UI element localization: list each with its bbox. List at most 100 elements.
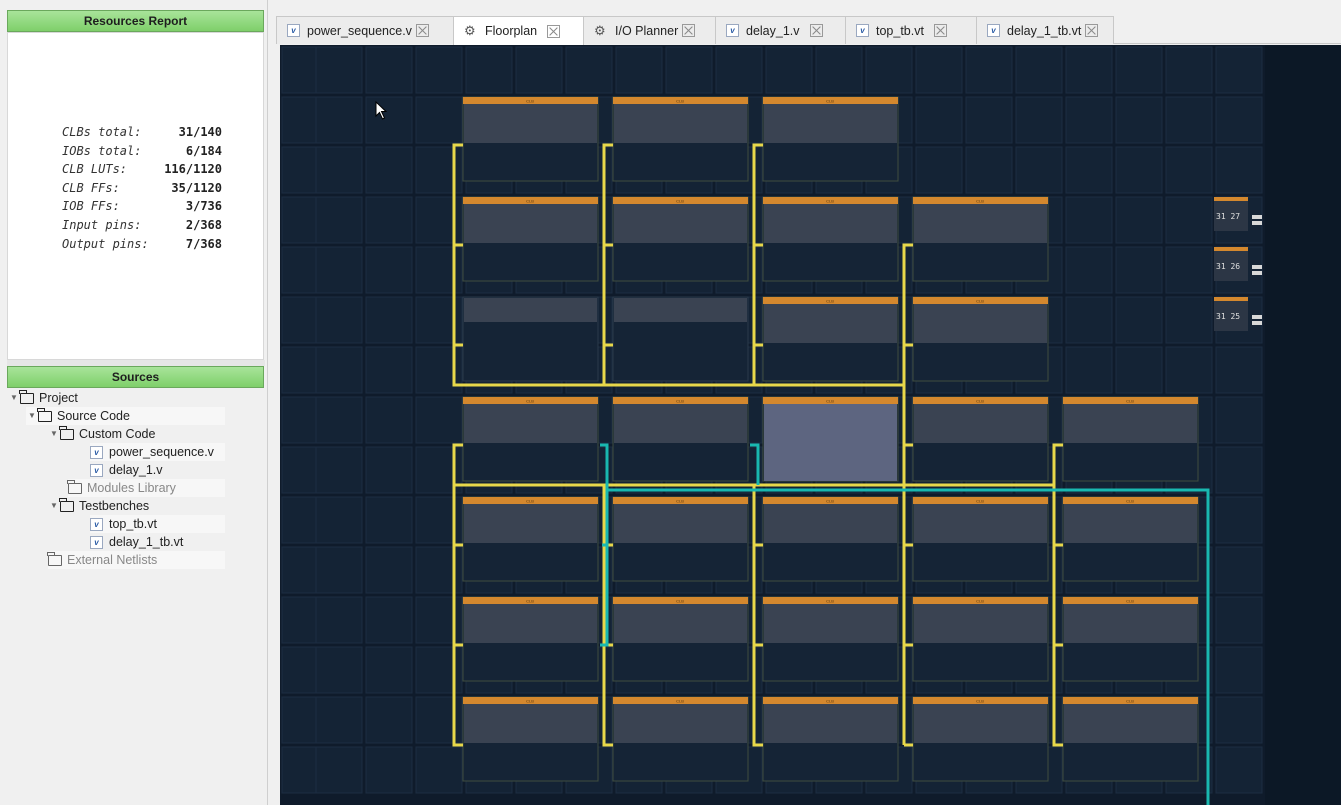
tab-label: delay_1_tb.vt: [1007, 23, 1082, 38]
tab-delay-1-tb[interactable]: v delay_1_tb.vt: [976, 16, 1114, 44]
io-pin: [1252, 321, 1262, 325]
clb-label: CLB: [676, 699, 684, 704]
editor-area: v power_sequence.v ⚙ Floorplan ⚙ I/O Pla…: [271, 10, 1341, 805]
clb-label: CLB: [526, 99, 534, 104]
tab-bar: v power_sequence.v ⚙ Floorplan ⚙ I/O Pla…: [276, 16, 1341, 45]
tree-item-label: Source Code: [57, 409, 130, 423]
tab-io-planner[interactable]: ⚙ I/O Planner: [583, 16, 716, 44]
folder-icon: [37, 407, 52, 422]
clb-label: CLB: [976, 499, 984, 504]
clb-label: CLB: [976, 699, 984, 704]
tree-item-project[interactable]: ▼ Project: [8, 389, 225, 407]
tree-item-external-netlists[interactable]: External Netlists: [47, 551, 225, 569]
expand-arrow-icon[interactable]: ▼: [26, 407, 38, 425]
clb-label: CLB: [526, 399, 534, 404]
tree-item-delay-1[interactable]: v delay_1.v: [90, 461, 225, 479]
io-block-header: [1214, 197, 1248, 201]
clb-label: CLB: [526, 499, 534, 504]
tree-item-label: Modules Library: [87, 481, 176, 495]
stat-row: CLB LUTs: 116/1120: [62, 160, 222, 179]
tree-item-custom-code[interactable]: ▼ Custom Code: [48, 425, 225, 443]
clb-label: CLB: [826, 499, 834, 504]
folder-icon: [67, 479, 82, 494]
clb-label: CLB: [976, 299, 984, 304]
close-tab-icon[interactable]: [547, 24, 561, 38]
clb-fill: [914, 703, 1047, 743]
close-tab-icon[interactable]: [682, 24, 696, 37]
clb-label: CLB: [676, 499, 684, 504]
clb-fill: [764, 203, 897, 243]
tab-top-tb[interactable]: v top_tb.vt: [845, 16, 977, 44]
sources-header: Sources: [7, 366, 264, 388]
close-tab-icon[interactable]: [1085, 24, 1099, 37]
stat-label: IOB FFs:: [62, 199, 120, 214]
stat-label: IOBs total:: [62, 143, 142, 158]
clb-fill: [464, 103, 597, 143]
clb-fill: [614, 103, 747, 143]
stat-value: 31/140: [178, 125, 222, 139]
mouse-cursor-icon: [375, 101, 388, 120]
clb-label: CLB: [526, 599, 534, 604]
io-block-header: [1214, 247, 1248, 251]
clb-fill: [914, 203, 1047, 243]
floorplan-grid[interactable]: CLB CLB CLB CLB CLB CLB CLB CLB CLB CLB CLB CLB CLB C…: [280, 45, 1341, 805]
stat-value: 7/368: [185, 236, 222, 251]
floorplan-canvas[interactable]: CLB CLB CLB CLB CLB CLB CLB CLB CLB CLB CLB CLB CLB C…: [280, 45, 1341, 805]
io-pin: [1252, 315, 1262, 319]
clb-fill: [1064, 503, 1197, 543]
verilog-file-icon: v: [90, 517, 103, 531]
clb-label: CLB: [826, 99, 834, 104]
io-pin: [1252, 215, 1262, 219]
clb-fill: [464, 298, 597, 322]
verilog-file-icon: v: [856, 24, 869, 37]
expand-arrow-icon[interactable]: ▼: [48, 497, 60, 515]
verilog-file-icon: v: [90, 463, 103, 477]
tree-item-label: Project: [39, 391, 78, 405]
folder-icon: [47, 551, 62, 566]
close-tab-icon[interactable]: [809, 24, 823, 37]
tree-item-source-code[interactable]: ▼ Source Code: [26, 407, 225, 425]
clb-label: CLB: [1126, 499, 1134, 504]
close-tab-icon[interactable]: [415, 24, 429, 37]
clb-fill: [914, 603, 1047, 643]
clb-fill: [914, 403, 1047, 443]
folder-icon: [59, 497, 74, 512]
io-label: 31 27: [1216, 212, 1240, 221]
clb-fill: [614, 203, 747, 243]
clb-label: CLB: [976, 599, 984, 604]
expand-arrow-icon[interactable]: ▼: [8, 389, 20, 407]
io-label: 31 26: [1216, 262, 1240, 271]
stat-value: 2/368: [185, 217, 222, 232]
io-block-header: [1214, 297, 1248, 301]
io-label: 31 25: [1216, 312, 1240, 321]
gear-icon: ⚙: [464, 23, 476, 38]
clb-fill: [764, 603, 897, 643]
clb-fill: [464, 503, 597, 543]
tree-item-top-tb[interactable]: v top_tb.vt: [90, 515, 225, 533]
tab-label: top_tb.vt: [876, 23, 924, 38]
tab-label: delay_1.v: [746, 23, 800, 38]
left-panel: Resources Report CLBs total: 31/140 IOBs …: [0, 0, 268, 805]
tab-delay-1[interactable]: v delay_1.v: [715, 16, 846, 44]
clb-label: CLB: [826, 399, 834, 404]
tree-item-delay-1-tb[interactable]: v delay_1_tb.vt: [90, 533, 225, 551]
clb-fill: [614, 298, 747, 322]
clb-fill: [614, 703, 747, 743]
tree-item-power-sequence[interactable]: v power_sequence.v: [90, 443, 225, 461]
clb-label: CLB: [676, 599, 684, 604]
stat-row: CLBs total: 31/140: [62, 123, 222, 142]
tab-floorplan[interactable]: ⚙ Floorplan: [453, 16, 584, 45]
expand-arrow-icon[interactable]: ▼: [48, 425, 60, 443]
clb-fill: [464, 203, 597, 243]
clb-fill: [464, 703, 597, 743]
tree-item-testbenches[interactable]: ▼ Testbenches: [48, 497, 225, 515]
io-gear-icon: ⚙: [594, 22, 606, 38]
stat-label: CLB LUTs:: [62, 162, 128, 177]
tree-item-modules-library[interactable]: Modules Library: [67, 479, 225, 497]
tab-power-sequence[interactable]: v power_sequence.v: [276, 16, 454, 44]
sources-panel: Sources ▼ Project ▼ Source Code ▼ Custom…: [0, 366, 266, 805]
clb-label: CLB: [676, 399, 684, 404]
close-tab-icon[interactable]: [933, 24, 947, 37]
clb-fill: [764, 503, 897, 543]
clb-label: CLB: [826, 599, 834, 604]
